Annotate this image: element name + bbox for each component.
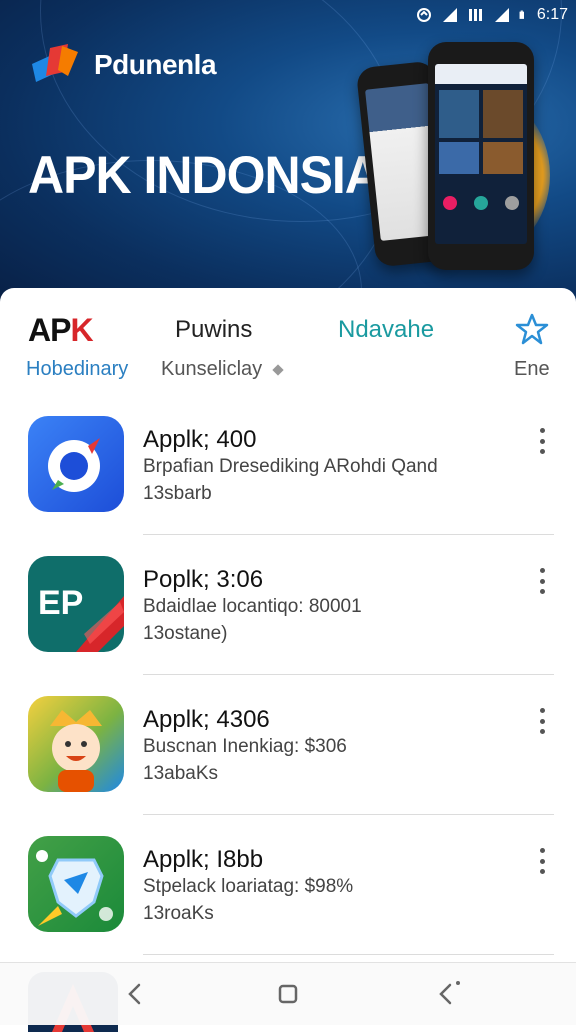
hero-title: APK INDONSIA <box>28 145 381 205</box>
app-title: Applk; 400 <box>143 426 257 453</box>
cartoon-character-icon <box>28 696 124 792</box>
signal-icon <box>442 8 457 22</box>
brand-logo-icon <box>32 44 78 82</box>
content-card: APK Hobedinary Puwins Kunseliclay Ndavah… <box>0 288 576 1024</box>
compass-chat-icon <box>28 416 124 512</box>
star-icon <box>515 313 549 345</box>
tab-label: Hobedinary <box>26 358 129 380</box>
category-tabs: APK Hobedinary Puwins Kunseliclay Ndavah… <box>0 288 576 398</box>
tab-hobedinary[interactable]: Hobedinary <box>26 358 128 381</box>
app-title: Poplk; 3:06 <box>143 566 264 593</box>
home-icon[interactable] <box>273 979 303 1009</box>
phones-illustration <box>355 40 570 280</box>
tab-ene[interactable]: Ene <box>514 358 550 381</box>
divider <box>143 814 554 815</box>
app-meta: 13abaKs <box>143 763 219 784</box>
more-options-icon[interactable] <box>528 424 556 458</box>
app-title: Applk; I8bb <box>143 846 264 873</box>
status-bar: 6:17 <box>415 4 568 26</box>
tab-label: Kunseliclay <box>161 358 263 380</box>
network-icon <box>468 9 482 21</box>
diamond-icon <box>272 363 284 376</box>
back-icon[interactable] <box>120 979 150 1009</box>
apk-logo-accent: K <box>70 312 93 348</box>
system-nav-bar <box>0 962 576 1025</box>
tab-label: Puwins <box>175 316 253 343</box>
tab-ndavahe[interactable]: Ndavahe <box>338 316 434 344</box>
svg-text:EP: EP <box>38 584 83 622</box>
brand-name: Pdunenla <box>94 49 217 80</box>
tab-favorites[interactable] <box>514 312 550 353</box>
list-item[interactable]: Applk; 400 Brpafian Dresediking ARohdi Q… <box>0 406 576 546</box>
more-options-icon[interactable] <box>528 564 556 598</box>
app-meta: 13ostane) <box>143 623 228 644</box>
tab-kunseliclay[interactable]: Kunseliclay <box>161 358 284 381</box>
phone-front <box>428 42 534 270</box>
tab-label: Ene <box>514 358 550 380</box>
more-options-icon[interactable] <box>528 844 556 878</box>
app-description: Buscnan Inenkiag: $306 <box>143 736 347 757</box>
sync-icon <box>416 8 431 22</box>
app-description: Stpelack loariatag: $98% <box>143 876 354 897</box>
recents-icon[interactable] <box>432 979 462 1009</box>
signal-icon <box>494 8 509 22</box>
app-title: Applk; 4306 <box>143 706 270 733</box>
ep-ribbon-icon: EP <box>28 556 124 652</box>
hero-banner: 6:17 Pdunenla APK INDONSIA <box>0 0 576 310</box>
list-item[interactable]: Applk; 4306 Buscnan Inenkiag: $306 13aba… <box>0 686 576 826</box>
list-item[interactable]: EP Poplk; 3:06 Bdaidlae locantiqo: 80001… <box>0 546 576 686</box>
divider <box>143 954 554 955</box>
tab-puwins[interactable]: Puwins <box>175 316 252 344</box>
list-item[interactable]: Applk; I8bb Stpelack loariatag: $98% 13r… <box>0 826 576 966</box>
app-meta: 13roaKs <box>143 903 214 924</box>
app-description: Brpafian Dresediking ARohdi Qand <box>143 456 438 477</box>
shield-bird-icon <box>28 836 124 932</box>
app-meta: 13sbarb <box>143 483 212 504</box>
brand: Pdunenla <box>28 42 217 88</box>
tab-apk[interactable]: APK <box>28 312 94 349</box>
divider <box>143 534 554 535</box>
battery-icon <box>519 10 524 19</box>
tab-label: Ndavahe <box>338 316 435 343</box>
apk-logo: APK <box>28 312 94 348</box>
divider <box>143 674 554 675</box>
more-options-icon[interactable] <box>528 704 556 738</box>
status-time: 6:17 <box>536 6 568 23</box>
app-description: Bdaidlae locantiqo: 80001 <box>143 596 362 617</box>
